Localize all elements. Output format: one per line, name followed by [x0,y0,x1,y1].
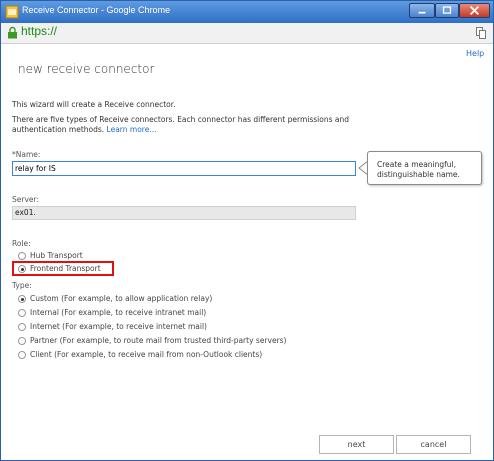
intro-text: This wizard will create a Receive connec… [12,100,176,109]
intro-description-text: authentication methods. [12,125,107,134]
cancel-button[interactable]: cancel [396,435,471,454]
tooltip-text: Create a meaningful, distinguishable nam… [377,160,460,179]
address-bar[interactable]: https:// [1,23,493,44]
page-title: new receive connector [18,62,155,76]
maximize-button[interactable] [435,3,459,18]
radio-button[interactable] [18,323,26,331]
minimize-button[interactable] [409,3,435,18]
role-label: Role: [12,239,31,248]
minimize-icon [418,11,426,14]
name-tooltip: Create a meaningful, distinguishable nam… [367,151,482,185]
intro-description-line1: There are five types of Receive connecto… [12,115,349,124]
help-link[interactable]: Help [466,49,484,58]
maximize-icon [442,6,452,14]
url-text[interactable]: https:// [21,24,57,38]
type-label: Type: [12,281,32,290]
browser-window: Receive Connector - Google Chrome https:… [0,0,494,461]
name-input[interactable] [12,161,356,176]
intro-description-line2: authentication methods. Learn more... [12,125,156,134]
title-bar[interactable]: Receive Connector - Google Chrome [1,1,493,23]
radio-label: Client (For example, to receive mail fro… [30,350,263,359]
close-button[interactable] [459,3,490,18]
radio-label: Internet (For example, to receive intern… [30,322,207,331]
name-label: *Name: [12,150,41,159]
learn-more-link[interactable]: Learn more... [107,125,157,134]
radio-button[interactable] [18,309,26,317]
server-label: Server: [12,195,39,204]
radio-button[interactable] [18,337,26,345]
radio-label: Hub Transport [30,251,83,260]
radio-button[interactable] [18,252,26,260]
page-menu-icon[interactable] [476,27,486,39]
radio-label: Custom (For example, to allow applicatio… [30,294,213,303]
highlight-box [12,261,114,276]
radio-button-selected[interactable] [18,295,26,303]
radio-button[interactable] [18,351,26,359]
chrome-app-icon [5,5,19,19]
radio-label: Partner (For example, to route mail from… [30,336,287,345]
radio-label: Internal (For example, to receive intran… [30,308,207,317]
window-title: Receive Connector - Google Chrome [22,5,171,15]
next-button[interactable]: next [319,435,394,454]
close-icon [469,5,480,16]
server-field: ex01. [12,206,356,220]
lock-icon [8,26,17,39]
